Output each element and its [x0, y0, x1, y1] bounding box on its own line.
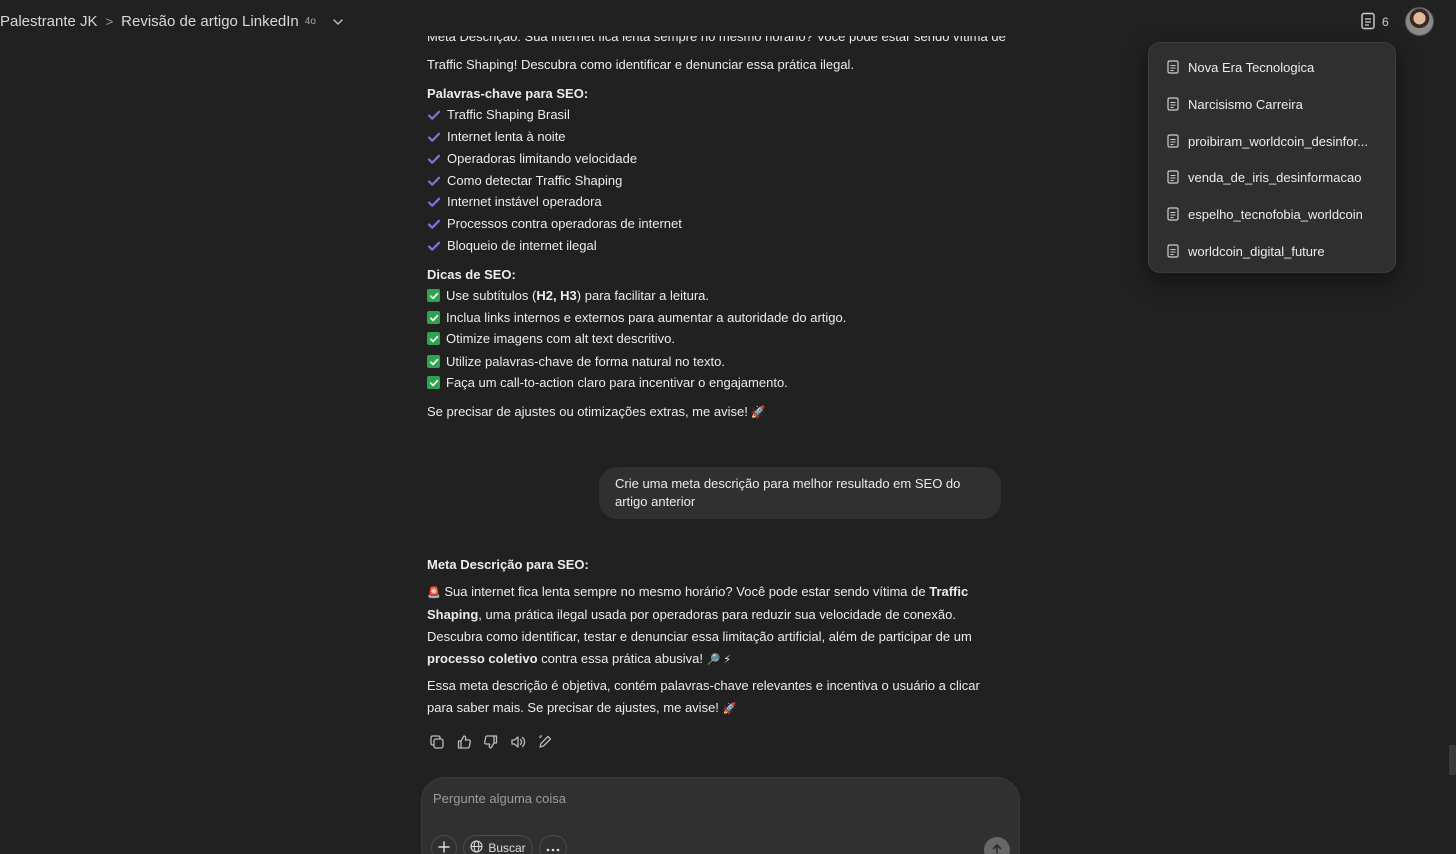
tips-heading: Dicas de SEO: — [427, 267, 516, 282]
keyword-label: Bloqueio de internet ilegal — [447, 238, 597, 253]
tip-item: Faça um call-to-action claro para incent… — [427, 375, 788, 390]
keyword-item: Internet instável operadora — [427, 194, 602, 209]
tip-label: Otimize imagens com alt text descritivo. — [446, 331, 676, 346]
keyword-item: Traffic Shaping Brasil — [427, 107, 570, 122]
siren-emoji: 🚨 — [427, 587, 441, 599]
arrow-up-icon — [991, 843, 1003, 854]
keyword-label: Internet lenta à noite — [447, 129, 566, 144]
check-box-icon — [427, 376, 440, 389]
keyword-label: Internet instável operadora — [447, 194, 602, 209]
document-icon — [1167, 60, 1179, 74]
project-link[interactable]: Palestrante JK — [0, 13, 98, 30]
reply-paragraph: 🚨 Sua internet fica lenta sempre no mesm… — [427, 584, 972, 666]
chat-title[interactable]: Revisão de artigo LinkedIn — [121, 13, 299, 30]
project-files-dropdown: Nova Era Tecnologica Narcisismo Carreira… — [1148, 42, 1396, 273]
tip-item: Use subtítulos (H2, H3) para facilitar a… — [427, 288, 709, 303]
document-icon — [1167, 244, 1179, 258]
composer: Buscar — [421, 777, 1020, 854]
check-box-icon — [427, 355, 440, 368]
checkmark-icon — [427, 195, 441, 209]
tip-label: Utilize palavras-chave de forma natural … — [446, 354, 725, 369]
tip-item: Utilize palavras-chave de forma natural … — [427, 354, 725, 369]
reply-paragraph: Essa meta descrição é objetiva, contém p… — [427, 678, 980, 715]
globe-icon — [470, 840, 483, 854]
check-box-icon — [427, 311, 440, 324]
keyword-item: Processos contra operadoras de internet — [427, 216, 682, 231]
files-count: 6 — [1382, 15, 1389, 29]
closing-text: Se precisar de ajustes ou otimizações ex… — [427, 404, 766, 419]
checkmark-icon — [427, 217, 441, 231]
keyword-label: Processos contra operadoras de internet — [447, 216, 682, 231]
document-icon — [1167, 97, 1179, 111]
edit-model-icon[interactable] — [536, 733, 554, 751]
prompt-input[interactable] — [433, 788, 993, 808]
file-item[interactable]: espelho_tecnofobia_worldcoin — [1167, 204, 1363, 224]
avatar[interactable] — [1405, 7, 1434, 36]
chevron-down-icon[interactable] — [330, 14, 346, 30]
tip-label: Inclua links internos e externos para au… — [446, 310, 847, 325]
rocket-emoji: 🚀 — [722, 703, 737, 715]
document-icon — [1167, 207, 1179, 221]
file-label: espelho_tecnofobia_worldcoin — [1188, 206, 1363, 222]
breadcrumb-separator: > — [105, 14, 114, 29]
send-button[interactable] — [984, 837, 1010, 854]
checkmark-icon — [427, 174, 441, 188]
tip-item: Otimize imagens com alt text descritivo. — [427, 331, 675, 346]
add-attachment-button[interactable] — [431, 835, 457, 854]
file-item[interactable]: worldcoin_digital_future — [1167, 241, 1325, 261]
document-icon — [1360, 12, 1376, 33]
checkmark-icon — [427, 152, 441, 166]
document-icon — [1167, 170, 1179, 184]
reply-heading: Meta Descrição para SEO: — [427, 557, 589, 572]
checkmark-icon — [427, 108, 441, 122]
keyword-label: Como detectar Traffic Shaping — [447, 173, 623, 188]
copy-icon[interactable] — [428, 733, 446, 751]
plus-icon — [438, 840, 450, 854]
check-box-icon — [427, 332, 440, 345]
tip-label: Use subtítulos (H2, H3) para facilitar a… — [446, 288, 710, 303]
breadcrumb: Palestrante JK > Revisão de artigo Linke… — [0, 13, 346, 30]
check-box-icon — [427, 289, 440, 302]
read-aloud-icon[interactable] — [509, 733, 527, 751]
file-label: worldcoin_digital_future — [1188, 243, 1325, 259]
search-label: Buscar — [488, 841, 526, 854]
keyword-item: Internet lenta à noite — [427, 129, 566, 144]
message-actions — [428, 733, 554, 751]
file-label: proibiram_worldcoin_desinfor... — [1188, 133, 1368, 149]
keyword-item: Bloqueio de internet ilegal — [427, 238, 597, 253]
keyword-item: Como detectar Traffic Shaping — [427, 173, 622, 188]
message-text: Traffic Shaping! Descubra como identific… — [427, 57, 855, 72]
search-button[interactable]: Buscar — [463, 835, 533, 854]
keyword-label: Traffic Shaping Brasil — [447, 107, 570, 122]
thumbs-down-icon[interactable] — [482, 733, 500, 751]
thumbs-up-icon[interactable] — [455, 733, 473, 751]
file-label: Nova Era Tecnologica — [1188, 59, 1315, 75]
keywords-heading: Palavras-chave para SEO: — [427, 86, 589, 101]
file-item[interactable]: proibiram_worldcoin_desinfor... — [1167, 131, 1368, 151]
file-label: Narcisismo Carreira — [1188, 96, 1303, 112]
user-message: Crie uma meta descrição para melhor resu… — [599, 467, 1001, 519]
scrollbar[interactable] — [1449, 745, 1456, 775]
tip-item: Inclua links internos e externos para au… — [427, 310, 846, 325]
tip-label: Faça um call-to-action claro para incent… — [446, 375, 788, 390]
more-options-button[interactable] — [539, 835, 567, 854]
ellipsis-icon — [546, 841, 560, 854]
reply-emojis: 🔎 ⚡ — [706, 654, 732, 666]
partial-text: Meta Descrição: Sua internet fica lenta … — [427, 36, 1006, 44]
file-item[interactable]: Narcisismo Carreira — [1167, 94, 1303, 114]
project-files-button[interactable]: 6 — [1360, 10, 1389, 34]
file-item[interactable]: Nova Era Tecnologica — [1167, 57, 1314, 77]
checkmark-icon — [427, 239, 441, 253]
file-label: venda_de_iris_desinformacao — [1188, 169, 1362, 185]
document-icon — [1167, 134, 1179, 148]
rocket-emoji: 🚀 — [750, 405, 766, 419]
keyword-label: Operadoras limitando velocidade — [447, 151, 638, 166]
model-badge: 4o — [304, 16, 316, 27]
checkmark-icon — [427, 130, 441, 144]
file-item[interactable]: venda_de_iris_desinformacao — [1167, 167, 1361, 187]
keyword-item: Operadoras limitando velocidade — [427, 151, 637, 166]
